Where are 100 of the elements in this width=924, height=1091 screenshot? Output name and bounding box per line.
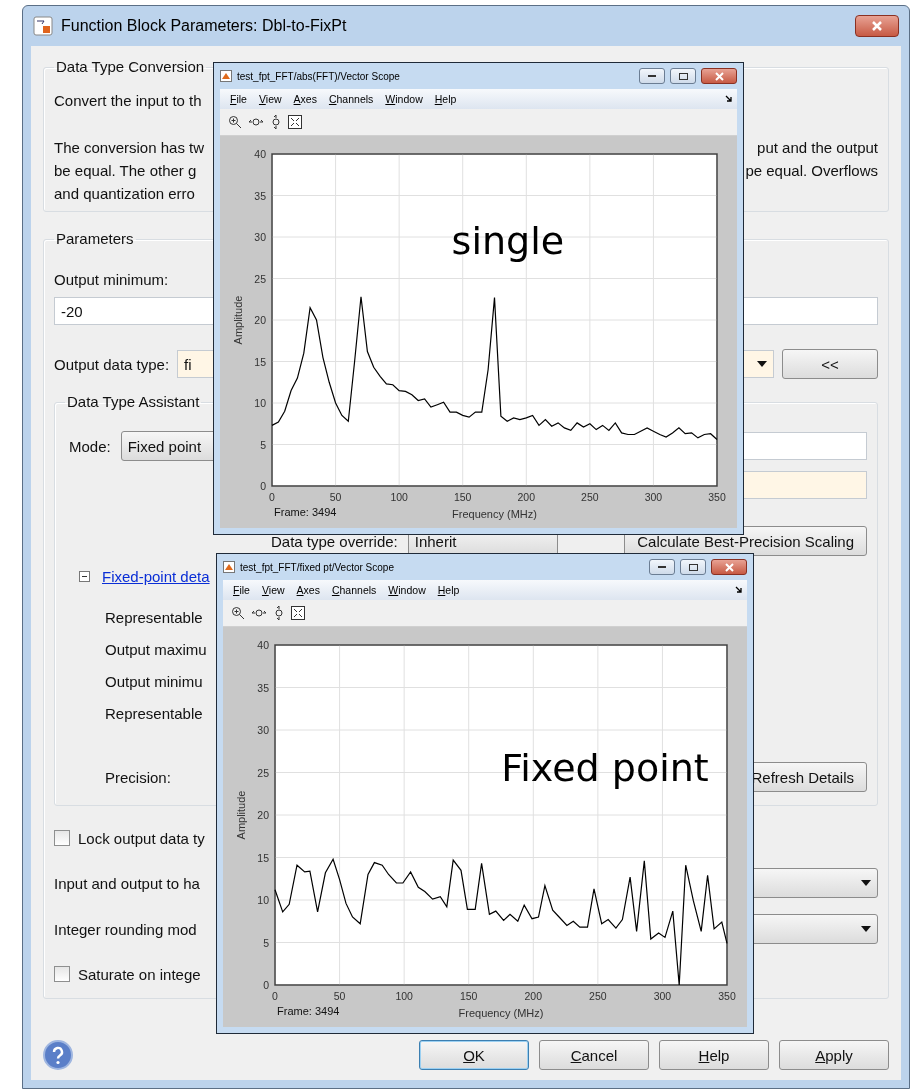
axis-tick-label: 100 bbox=[395, 990, 413, 1002]
dock-icon[interactable] bbox=[735, 586, 743, 594]
overlay-label: single bbox=[451, 218, 565, 263]
description-text: The conversion has tw bbox=[54, 139, 205, 156]
detail-label: Output minimu bbox=[105, 672, 203, 690]
group-title: Data Type Conversion bbox=[55, 58, 206, 76]
menu-item[interactable]: View bbox=[252, 93, 288, 105]
zoom-in-icon[interactable] bbox=[228, 115, 242, 129]
y-axis-label: Amplitude bbox=[235, 790, 247, 840]
axis-tick-label: 20 bbox=[257, 809, 269, 821]
zoom-y-icon[interactable] bbox=[270, 114, 282, 130]
app-icon bbox=[220, 70, 232, 82]
dialog-button[interactable]: Help bbox=[659, 1040, 769, 1070]
menu-item[interactable]: Window bbox=[379, 93, 429, 105]
menu-item[interactable]: View bbox=[255, 584, 291, 596]
detail-label: Output maximu bbox=[105, 640, 207, 658]
menu-item[interactable]: Channels bbox=[322, 93, 380, 105]
collapse-icon[interactable] bbox=[79, 570, 90, 582]
minimize-button[interactable] bbox=[649, 559, 675, 575]
menu-item[interactable]: Channels bbox=[325, 584, 383, 596]
assistant-toggle-button[interactable]: << bbox=[782, 349, 878, 379]
maximize-icon bbox=[688, 563, 698, 571]
axis-tick-label: 40 bbox=[254, 148, 266, 160]
checkbox[interactable] bbox=[54, 966, 70, 982]
zoom-in-icon[interactable] bbox=[231, 606, 245, 620]
axis-tick-label: 250 bbox=[581, 491, 599, 503]
block-icon bbox=[33, 16, 53, 36]
axis-tick-label: 40 bbox=[257, 639, 269, 651]
axis-tick-label: 50 bbox=[329, 491, 342, 503]
field-label: Data type override: bbox=[271, 532, 398, 550]
detail-label: Representable bbox=[105, 608, 203, 626]
autoscale-icon[interactable] bbox=[291, 606, 305, 620]
menu-item[interactable]: File bbox=[227, 584, 256, 596]
axis-tick-label: 250 bbox=[589, 990, 607, 1002]
dialog-button[interactable]: OK bbox=[419, 1040, 529, 1070]
axis-tick-label: 5 bbox=[263, 936, 269, 949]
axis-tick-label: 10 bbox=[254, 397, 266, 409]
minimize-button[interactable] bbox=[639, 68, 665, 84]
dialog-button[interactable]: Apply bbox=[779, 1040, 889, 1070]
field-label: Output minimum: bbox=[54, 270, 169, 288]
zoom-x-icon[interactable] bbox=[248, 116, 264, 128]
close-icon bbox=[714, 71, 724, 81]
close-button[interactable] bbox=[711, 559, 747, 575]
field-label: Input and output to ha bbox=[54, 874, 200, 892]
window-title: Function Block Parameters: Dbl-to-FixPt bbox=[61, 17, 348, 35]
window-title: test_fpt_FFT/fixed pt/Vector Scope bbox=[240, 561, 395, 573]
close-button[interactable] bbox=[701, 68, 737, 84]
axis-tick-label: 300 bbox=[644, 491, 663, 503]
axis-tick-label: 100 bbox=[390, 491, 408, 503]
axis-tick-label: 35 bbox=[254, 189, 266, 202]
menu-item[interactable]: Axes bbox=[290, 584, 326, 596]
menu-item[interactable]: Axes bbox=[287, 93, 323, 105]
menu-item[interactable]: Window bbox=[382, 584, 432, 596]
description-text: put and the output bbox=[757, 139, 878, 156]
axis-tick-label: 0 bbox=[263, 979, 269, 991]
detail-label: Representable bbox=[105, 704, 203, 722]
checkbox[interactable] bbox=[54, 830, 70, 846]
menu-item[interactable]: File bbox=[224, 93, 253, 105]
dock-icon[interactable] bbox=[725, 95, 733, 103]
axis-tick-label: 350 bbox=[708, 491, 726, 503]
axis-tick-label: 150 bbox=[459, 990, 478, 1002]
axis-tick-label: 30 bbox=[257, 724, 269, 736]
zoom-x-icon[interactable] bbox=[251, 607, 267, 619]
axis-tick-label: 20 bbox=[254, 314, 266, 326]
zoom-y-icon[interactable] bbox=[273, 605, 285, 621]
autoscale-icon[interactable] bbox=[288, 115, 302, 129]
group-title: Parameters bbox=[55, 230, 135, 248]
help-icon[interactable] bbox=[43, 1040, 73, 1070]
axis-tick-label: 35 bbox=[257, 681, 269, 694]
x-axis-label: Frequency (MHz) bbox=[452, 508, 537, 520]
axis-tick-label: 350 bbox=[718, 990, 736, 1002]
detail-label: Precision: bbox=[105, 768, 171, 786]
dialog-button[interactable]: Cancel bbox=[539, 1040, 649, 1070]
axis-tick-label: 200 bbox=[517, 491, 536, 503]
field-label: Mode: bbox=[69, 437, 111, 455]
app-icon bbox=[223, 561, 235, 573]
axis-tick-label: 0 bbox=[269, 491, 275, 503]
field-label: Output data type: bbox=[54, 355, 170, 373]
axis-tick-label: 0 bbox=[272, 990, 278, 1002]
checkbox-label: Saturate on intege bbox=[78, 965, 201, 983]
group-title: Data Type Assistant bbox=[66, 393, 201, 411]
axis-tick-label: 30 bbox=[254, 231, 266, 243]
caret-icon bbox=[757, 361, 767, 367]
axis-tick-label: 25 bbox=[257, 766, 269, 779]
details-link[interactable]: Fixed-point deta bbox=[102, 567, 210, 585]
minimize-icon bbox=[658, 566, 666, 568]
maximize-button[interactable] bbox=[670, 68, 696, 84]
description-text: be equal. The other g bbox=[54, 162, 197, 179]
description-text: and quantization erro bbox=[54, 185, 195, 202]
menu-item[interactable]: Help bbox=[428, 93, 463, 105]
x-axis-label: Frequency (MHz) bbox=[458, 1007, 544, 1019]
frame-label: Frame: 3494 bbox=[274, 506, 337, 518]
field-label: Integer rounding mod bbox=[54, 920, 197, 938]
axis-tick-label: 25 bbox=[254, 272, 266, 285]
axis-tick-label: 0 bbox=[260, 480, 266, 492]
menu-item[interactable]: Help bbox=[431, 584, 466, 596]
maximize-button[interactable] bbox=[680, 559, 706, 575]
maximize-icon bbox=[678, 72, 688, 80]
close-button[interactable] bbox=[855, 15, 899, 37]
window-title: test_fpt_FFT/abs(FFT)/Vector Scope bbox=[237, 70, 401, 82]
